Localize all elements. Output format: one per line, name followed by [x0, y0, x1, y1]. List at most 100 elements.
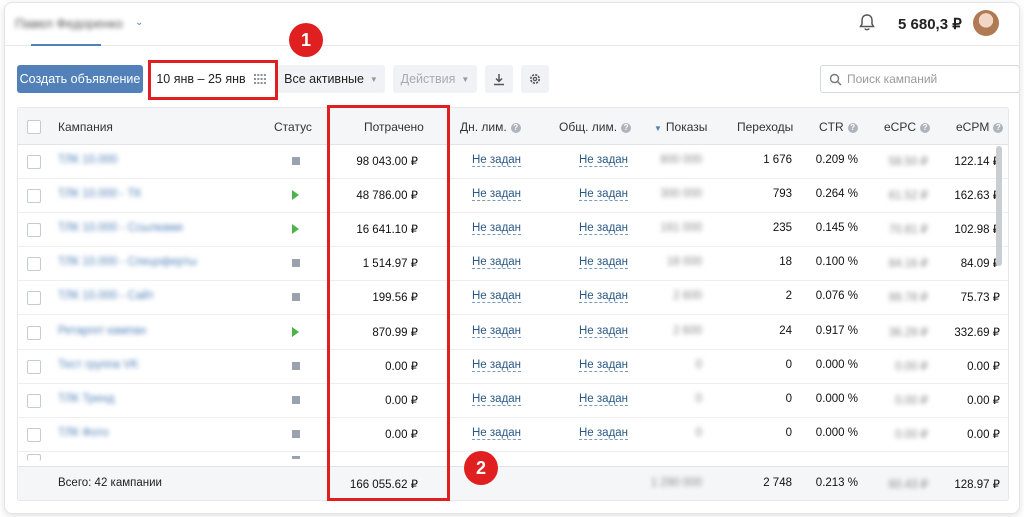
status-paused-icon[interactable]: [292, 361, 300, 370]
daily-limit-link[interactable]: Не задан: [472, 188, 522, 202]
status-paused-icon[interactable]: [292, 259, 300, 268]
balance[interactable]: 5 680,3 ₽: [898, 15, 962, 33]
impressions-value: 2 600: [673, 290, 702, 303]
total-limit-link[interactable]: Не задан: [579, 222, 629, 236]
table-row[interactable]: ТЛК Фото 0.00 ₽ Не задан Не задан 0 0 0.000 % 0…: [18, 417, 1008, 452]
help-icon[interactable]: ?: [510, 123, 521, 133]
status-paused-icon[interactable]: [292, 395, 300, 404]
ecpm-value: 75.73 ₽: [960, 292, 1000, 305]
table-row[interactable]: ТЛК 10.000 - Сайт 199.56 ₽ Не задан Не зада…: [18, 280, 1008, 316]
status-active-icon[interactable]: [292, 190, 299, 201]
row-checkbox[interactable]: [27, 427, 41, 442]
total-limit-link[interactable]: Не задан: [579, 256, 629, 270]
status-paused-icon[interactable]: [292, 157, 300, 165]
campaign-name-link[interactable]: ТЛК 10.000 - Спецоферты: [58, 256, 197, 268]
table-row[interactable]: ТЛК 10.000 - Ссылками 16 641.10 ₽ Не задан…: [18, 212, 1008, 248]
col-status[interactable]: Статус: [274, 120, 312, 134]
total-limit-link[interactable]: Не задан: [579, 325, 629, 338]
col-ctr[interactable]: CTR?: [819, 120, 858, 134]
status-filter-label: Все активные: [284, 72, 364, 86]
table-scrollbar[interactable]: [996, 146, 1002, 266]
daily-limit-link[interactable]: Не задан: [472, 427, 522, 440]
daily-limit-link[interactable]: Не задан: [472, 222, 522, 236]
ecpm-value: 162.63 ₽: [954, 190, 1000, 203]
row-checkbox[interactable]: [27, 359, 41, 374]
help-icon[interactable]: ?: [847, 123, 858, 133]
ctr-value: 0.000 %: [815, 358, 858, 371]
campaign-name-link[interactable]: Ретаргет кампан: [58, 325, 146, 337]
daily-limit-link[interactable]: Не задан: [472, 393, 522, 406]
campaign-name-link[interactable]: ТЛК 10.000 - Ссылками: [58, 222, 183, 234]
help-icon[interactable]: ?: [920, 123, 931, 133]
search-input[interactable]: Поиск кампаний: [820, 65, 1019, 93]
ctr-value: 0.209 %: [815, 154, 858, 166]
daily-limit-link[interactable]: Не задан: [472, 359, 522, 372]
account-name[interactable]: Павел Федоренко: [15, 16, 123, 31]
col-campaign[interactable]: Кампания: [58, 120, 113, 134]
status-active-icon[interactable]: [292, 224, 299, 235]
help-icon[interactable]: ?: [993, 123, 1004, 133]
campaign-name-link[interactable]: ТЛК 10.000: [58, 154, 117, 166]
col-ecpm[interactable]: eCPM?: [956, 120, 1004, 134]
clicks-value: 0: [785, 358, 792, 371]
campaign-name-link[interactable]: Тест группа VK: [58, 359, 139, 371]
top-bar: Павел Федоренко ⌄ 5 680,3 ₽: [5, 3, 1019, 46]
total-limit-link[interactable]: Не задан: [579, 188, 629, 202]
campaigns-table: Кампания Статус Потрачено Дн. лим.? Общ.…: [17, 107, 1009, 501]
campaign-name-link[interactable]: ТЛК 10.000 - ТК: [58, 188, 141, 200]
row-checkbox[interactable]: [27, 325, 41, 340]
caret-down-icon: ▼: [369, 74, 378, 84]
col-daily-limit[interactable]: Дн. лим.?: [460, 120, 521, 134]
ctr-value: 0.100 %: [815, 256, 858, 269]
settings-button[interactable]: [521, 65, 549, 93]
daily-limit-link[interactable]: Не задан: [472, 325, 522, 338]
avatar[interactable]: [973, 10, 999, 36]
total-limit-link[interactable]: Не задан: [579, 290, 629, 304]
table-header: Кампания Статус Потрачено Дн. лим.? Общ.…: [18, 108, 1008, 145]
clicks-value: 0: [785, 392, 792, 405]
campaign-name-link[interactable]: ТЛК 10.000 - Сайт: [58, 290, 154, 302]
help-icon[interactable]: ?: [621, 123, 632, 133]
col-clicks[interactable]: Переходы: [737, 120, 793, 134]
row-checkbox[interactable]: [27, 454, 41, 461]
table-row[interactable]: ТЛК 10.000 - ТК 48 786.00 ₽ Не задан Не зад…: [18, 178, 1008, 214]
daily-limit-link[interactable]: Не задан: [472, 290, 522, 304]
table-row[interactable]: ТЛК 10.000 98 043.00 ₽ Не задан Не задан 800…: [18, 144, 1008, 179]
total-limit-link[interactable]: Не задан: [579, 393, 629, 406]
ecpc-value: 0.00 ₽: [895, 360, 928, 373]
table-row[interactable]: Ретаргет кампан 870.99 ₽ Не задан Не задан 2…: [18, 315, 1008, 350]
row-checkbox[interactable]: [27, 291, 41, 306]
actions-dropdown[interactable]: Действия ▼: [393, 65, 477, 93]
total-limit-link[interactable]: Не задан: [579, 427, 629, 440]
row-checkbox[interactable]: [27, 223, 41, 238]
status-paused-icon[interactable]: [292, 429, 300, 438]
status-filter-dropdown[interactable]: Все активные ▼: [277, 65, 385, 93]
caret-down-icon: ▼: [461, 74, 470, 84]
col-total-limit[interactable]: Общ. лим.?: [559, 120, 632, 134]
ecpm-value: 102.98 ₽: [954, 224, 1000, 237]
ctr-value: 0.264 %: [815, 188, 858, 201]
daily-limit-link[interactable]: Не задан: [472, 256, 522, 270]
table-row[interactable]: ТЛК Тренд 0.00 ₽ Не задан Не задан 0 0 0.000 %…: [18, 383, 1008, 418]
col-ecpc[interactable]: eCPC?: [884, 120, 931, 134]
row-checkbox[interactable]: [27, 257, 41, 272]
ecpc-value: 61.52 ₽: [888, 190, 928, 203]
daily-limit-link[interactable]: Не задан: [472, 154, 522, 167]
status-paused-icon[interactable]: [292, 293, 300, 302]
row-checkbox[interactable]: [27, 393, 41, 408]
total-limit-link[interactable]: Не задан: [579, 154, 629, 167]
chevron-down-icon[interactable]: ⌄: [135, 17, 143, 28]
row-checkbox[interactable]: [27, 155, 41, 169]
status-active-icon[interactable]: [292, 326, 299, 337]
row-checkbox[interactable]: [27, 189, 41, 204]
create-ad-button[interactable]: Создать объявление: [17, 65, 143, 93]
col-impressions[interactable]: ▼ Показы: [654, 120, 707, 134]
total-limit-link[interactable]: Не задан: [579, 359, 629, 372]
select-all-checkbox[interactable]: [27, 120, 41, 134]
download-button[interactable]: [485, 65, 513, 93]
table-row[interactable]: ТЛК 10.000 - Спецоферты 1 514.97 ₽ Не зада…: [18, 246, 1008, 282]
bell-icon[interactable]: [857, 13, 877, 33]
campaign-name-link[interactable]: ТЛК Фото: [58, 427, 109, 439]
campaign-name-link[interactable]: ТЛК Тренд: [58, 393, 114, 405]
table-row[interactable]: Тест группа VK 0.00 ₽ Не задан Не задан 0 0 0.…: [18, 349, 1008, 384]
